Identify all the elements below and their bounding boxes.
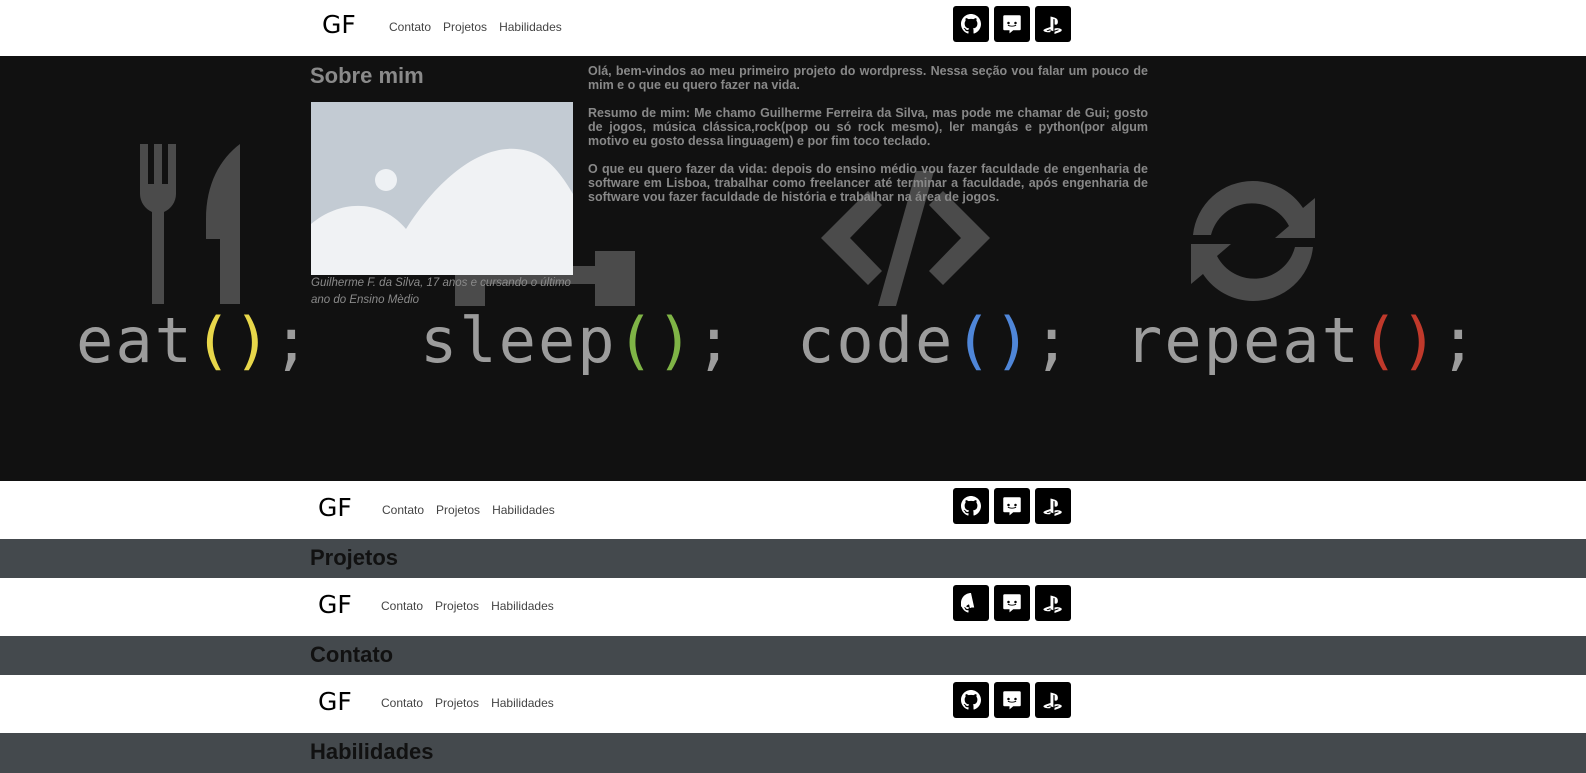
about-paragraph-intro: Olá, bem-vindos ao meu primeiro projeto … — [588, 64, 1148, 92]
hero-paren-open: ( — [193, 304, 234, 377]
navbar-contato: GF Contato Projetos Habilidades — [0, 578, 1586, 636]
github-button[interactable] — [953, 585, 989, 621]
hero-word-eat: eat(); — [76, 304, 312, 377]
hero-word-sleep: sleep(); — [420, 304, 735, 377]
hero-paren-close: ) — [993, 304, 1033, 377]
site-logo[interactable]: GF — [322, 10, 356, 39]
discord-icon — [1003, 15, 1021, 34]
navbar-projetos: GF Contato Projetos Habilidades — [0, 481, 1586, 539]
nav-link-contato[interactable]: Contato — [381, 599, 423, 613]
playstation-button[interactable] — [1035, 682, 1071, 718]
github-button[interactable] — [953, 682, 989, 718]
hero-paren-open: ( — [616, 304, 656, 377]
hero-word: repeat — [1125, 304, 1361, 377]
playstation-icon — [1043, 595, 1062, 613]
github-button[interactable] — [953, 6, 989, 42]
site-logo[interactable]: GF — [318, 687, 352, 716]
nav-link-habilidades[interactable]: Habilidades — [491, 599, 554, 613]
hero-semicolon: ; — [695, 304, 735, 377]
habilidades-section: Habilidades — [0, 733, 1586, 773]
discord-button[interactable] — [994, 682, 1030, 718]
playstation-button[interactable] — [1035, 585, 1071, 621]
hero-semicolon: ; — [1439, 304, 1479, 377]
playstation-button[interactable] — [1035, 488, 1071, 524]
hero-word-code: code(); — [797, 304, 1072, 377]
discord-icon — [1003, 691, 1021, 710]
about-paragraph-summary: Resumo de mim: Me chamo Guilherme Ferrei… — [588, 106, 1148, 148]
social-links — [953, 682, 1071, 718]
nav-link-contato[interactable]: Contato — [389, 20, 431, 34]
nav-link-projetos[interactable]: Projetos — [436, 503, 480, 517]
about-title: Sobre mim — [310, 63, 424, 88]
site-logo[interactable]: GF — [318, 493, 352, 522]
contato-section: Contato — [0, 636, 1586, 675]
habilidades-heading: Habilidades — [310, 739, 434, 764]
github-icon — [961, 593, 975, 613]
nav-link-projetos[interactable]: Projetos — [435, 599, 479, 613]
social-links — [953, 6, 1071, 42]
discord-button[interactable] — [994, 488, 1030, 524]
profile-photo-placeholder — [311, 102, 573, 275]
hero-semicolon: ; — [1032, 304, 1073, 377]
refresh-icon — [1191, 180, 1315, 302]
hero-paren-close: ) — [233, 304, 273, 377]
playstation-icon — [1043, 16, 1062, 34]
nav-link-habilidades[interactable]: Habilidades — [491, 696, 554, 710]
fork-knife-icon — [140, 144, 240, 304]
playstation-icon — [1043, 498, 1062, 516]
hero-word: code — [797, 304, 955, 377]
about-paragraph-goals: O que eu quero fazer da vida: depois do … — [588, 162, 1148, 204]
about-text: Olá, bem-vindos ao meu primeiro projeto … — [588, 64, 1148, 218]
contato-heading: Contato — [310, 642, 394, 667]
github-button[interactable] — [953, 488, 989, 524]
hero-paren-close: ) — [1400, 304, 1440, 377]
hero-paren-open: ( — [1360, 304, 1401, 377]
discord-icon — [1003, 497, 1021, 516]
nav-link-habilidades[interactable]: Habilidades — [492, 503, 555, 517]
photo-caption: Guilherme F. da Silva, 17 anos e cursand… — [311, 277, 571, 306]
hero-paren-open: ( — [954, 304, 994, 377]
discord-icon — [1003, 594, 1021, 613]
hero-paren-close: ) — [655, 304, 696, 377]
playstation-button[interactable] — [1035, 6, 1071, 42]
github-icon — [961, 690, 981, 710]
hero-semicolon: ; — [272, 304, 312, 377]
nav-link-contato[interactable]: Contato — [382, 503, 424, 517]
about-section: eat(); sleep(); code(); repeat(); Sobre … — [0, 56, 1586, 481]
github-icon — [961, 496, 981, 516]
nav-link-projetos[interactable]: Projetos — [435, 696, 479, 710]
nav-menu: Contato Projetos Habilidades — [382, 503, 555, 517]
nav-menu: Contato Projetos Habilidades — [389, 20, 562, 34]
nav-menu: Contato Projetos Habilidades — [381, 599, 554, 613]
site-logo[interactable]: GF — [318, 590, 352, 619]
playstation-icon — [1043, 692, 1062, 710]
image-placeholder-icon — [311, 102, 573, 275]
projetos-section: Projetos — [0, 539, 1586, 578]
nav-link-habilidades[interactable]: Habilidades — [499, 20, 562, 34]
top-navbar: GF Contato Projetos Habilidades — [0, 0, 1586, 56]
github-icon — [961, 14, 981, 34]
nav-link-projetos[interactable]: Projetos — [443, 20, 487, 34]
discord-button[interactable] — [994, 6, 1030, 42]
discord-button[interactable] — [994, 585, 1030, 621]
projetos-heading: Projetos — [310, 545, 399, 570]
hero-word: eat — [76, 304, 194, 377]
hero-word-repeat: repeat(); — [1125, 304, 1479, 377]
navbar-habilidades: GF Contato Projetos Habilidades — [0, 675, 1586, 733]
nav-link-contato[interactable]: Contato — [381, 696, 423, 710]
hero-word: sleep — [420, 304, 617, 377]
social-links — [953, 488, 1071, 524]
nav-menu: Contato Projetos Habilidades — [381, 696, 554, 710]
social-links — [953, 585, 1071, 621]
